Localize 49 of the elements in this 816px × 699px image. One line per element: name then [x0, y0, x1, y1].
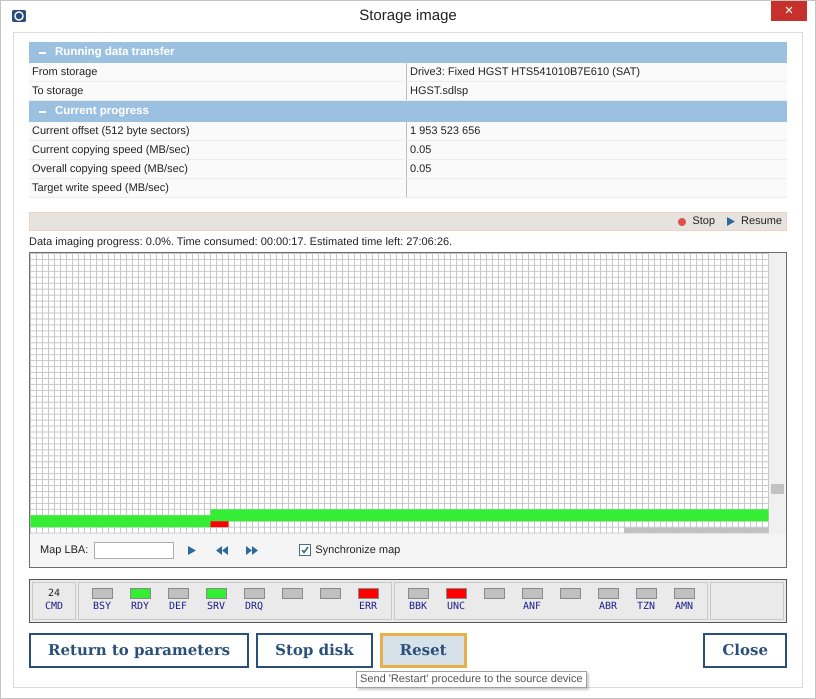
scrollbar[interactable] — [769, 253, 786, 534]
app-logo-icon — [11, 8, 27, 24]
close-button[interactable]: × — [771, 1, 807, 21]
register-label: SRV — [206, 602, 226, 612]
play-icon[interactable] — [188, 546, 196, 555]
window-title: Storage image — [359, 6, 457, 26]
register-label: ANF — [522, 602, 542, 612]
progress-text: Data imaging progress: 0.0%. Time consumed: 00:00:17. Estimated time left: 27:06:26. — [29, 235, 454, 250]
register-label: DEF — [168, 602, 188, 612]
action-button[interactable]: Return to parameters — [29, 632, 250, 668]
section-title: Current progress — [55, 104, 149, 119]
register-label: BBK — [408, 602, 428, 612]
property-value: 1 953 523 656 — [409, 124, 480, 139]
command-value: 24 — [48, 588, 60, 601]
resume-button[interactable]: Resume — [727, 213, 782, 230]
action-button[interactable]: Reset — [380, 632, 467, 668]
close-dialog-button[interactable]: Close — [703, 632, 787, 668]
property-label: Current copying speed (MB/sec) — [29, 141, 407, 159]
register-label: ABR — [598, 602, 618, 612]
tooltip: Send 'Restart' procedure to the source device — [356, 671, 586, 688]
property-label: Current offset (512 byte sectors) — [29, 122, 407, 140]
register-label: AMN — [674, 602, 694, 612]
checkbox-label: Synchronize map — [315, 542, 400, 558]
rewind-icon[interactable] — [216, 546, 228, 555]
register-label: RDY — [130, 602, 150, 612]
command-label: CMD — [44, 600, 64, 614]
property-label: Overall copying speed (MB/sec) — [29, 160, 407, 178]
map-lba-input[interactable] — [94, 542, 174, 559]
section-title: Running data transfer — [55, 44, 174, 60]
register-label: BSY — [92, 602, 112, 612]
property-value: 0.05 — [409, 143, 432, 158]
map-lba-label: Map LBA: — [40, 542, 88, 558]
checkmark-icon — [301, 546, 310, 554]
property-value: HGST.sdlsp — [409, 84, 468, 99]
register-label: DRQ — [244, 602, 264, 612]
property-value: 0.05 — [409, 162, 432, 177]
property-label: To storage — [29, 82, 407, 100]
play-icon — [727, 217, 736, 226]
register-label: ERR — [358, 602, 378, 612]
action-button[interactable]: Stop disk — [256, 632, 373, 668]
property-label: Target write speed (MB/sec) — [29, 179, 407, 197]
fast-forward-icon[interactable] — [246, 546, 258, 555]
property-value: Drive3: Fixed HGST HTS541010B7E610 (SAT) — [409, 65, 640, 80]
record-dot-icon — [678, 218, 686, 226]
register-label: UNC — [446, 602, 466, 612]
stop-button[interactable]: Stop — [678, 213, 716, 230]
property-label: From storage — [29, 63, 407, 81]
register-label: TZN — [636, 602, 656, 612]
checkbox[interactable] — [299, 544, 312, 556]
